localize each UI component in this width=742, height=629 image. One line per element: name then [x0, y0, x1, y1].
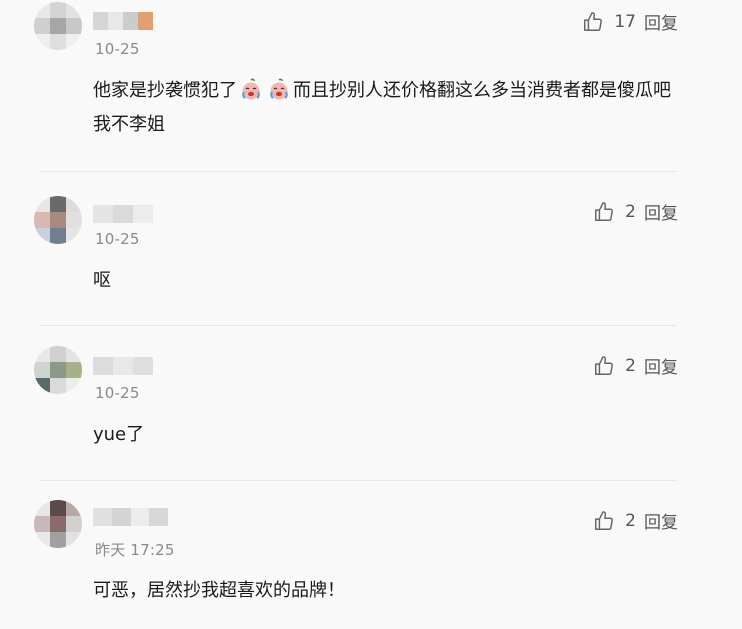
- like-button[interactable]: 17: [582, 11, 636, 33]
- thumbs-up-icon: [595, 510, 614, 530]
- divider: [40, 480, 677, 481]
- avatar[interactable]: [34, 196, 82, 244]
- reply-button[interactable]: 回复: [644, 9, 678, 34]
- like-count: 2: [625, 201, 636, 222]
- username-blurred[interactable]: [93, 508, 168, 526]
- avatar[interactable]: [34, 2, 82, 50]
- like-button[interactable]: 2: [593, 201, 636, 223]
- comment-text: 他家是抄袭惯犯了 而且抄别人还价格翻这么多当消费者都是傻瓜吧 我不李姐: [93, 74, 683, 142]
- username-blurred[interactable]: [93, 12, 153, 30]
- comment-actions: 2 回复: [593, 508, 678, 533]
- crying-face-emoji-icon: [242, 78, 260, 100]
- reply-button[interactable]: 回复: [644, 199, 678, 224]
- username-blurred[interactable]: [93, 357, 153, 375]
- avatar[interactable]: [34, 346, 82, 394]
- reply-button[interactable]: 回复: [644, 353, 678, 378]
- username-blurred[interactable]: [93, 205, 153, 223]
- comment-text-part: 他家是抄袭惯犯了: [93, 80, 237, 101]
- comment-text: yue了: [93, 424, 145, 445]
- comment-time: 昨天 17:25: [95, 541, 175, 559]
- comment-text: 可恶，居然抄我超喜欢的品牌！: [93, 580, 345, 601]
- like-button[interactable]: 2: [593, 510, 636, 532]
- like-count: 17: [614, 11, 636, 32]
- comment-actions: 2 回复: [593, 199, 678, 224]
- thumbs-up-icon: [595, 201, 614, 221]
- like-count: 2: [625, 510, 636, 531]
- comment-actions: 17 回复: [582, 9, 678, 34]
- divider: [40, 325, 677, 326]
- like-button[interactable]: 2: [593, 355, 636, 377]
- avatar[interactable]: [34, 500, 82, 548]
- comment-time: 10-25: [95, 230, 140, 248]
- divider: [40, 171, 677, 172]
- comment-text: 呕: [93, 270, 111, 291]
- crying-face-emoji-icon: [270, 78, 288, 100]
- comment-time: 10-25: [95, 384, 140, 402]
- thumbs-up-icon: [584, 11, 603, 31]
- comment-time: 10-25: [95, 40, 140, 58]
- like-count: 2: [625, 355, 636, 376]
- reply-button[interactable]: 回复: [644, 508, 678, 533]
- thumbs-up-icon: [595, 355, 614, 375]
- comment-actions: 2 回复: [593, 353, 678, 378]
